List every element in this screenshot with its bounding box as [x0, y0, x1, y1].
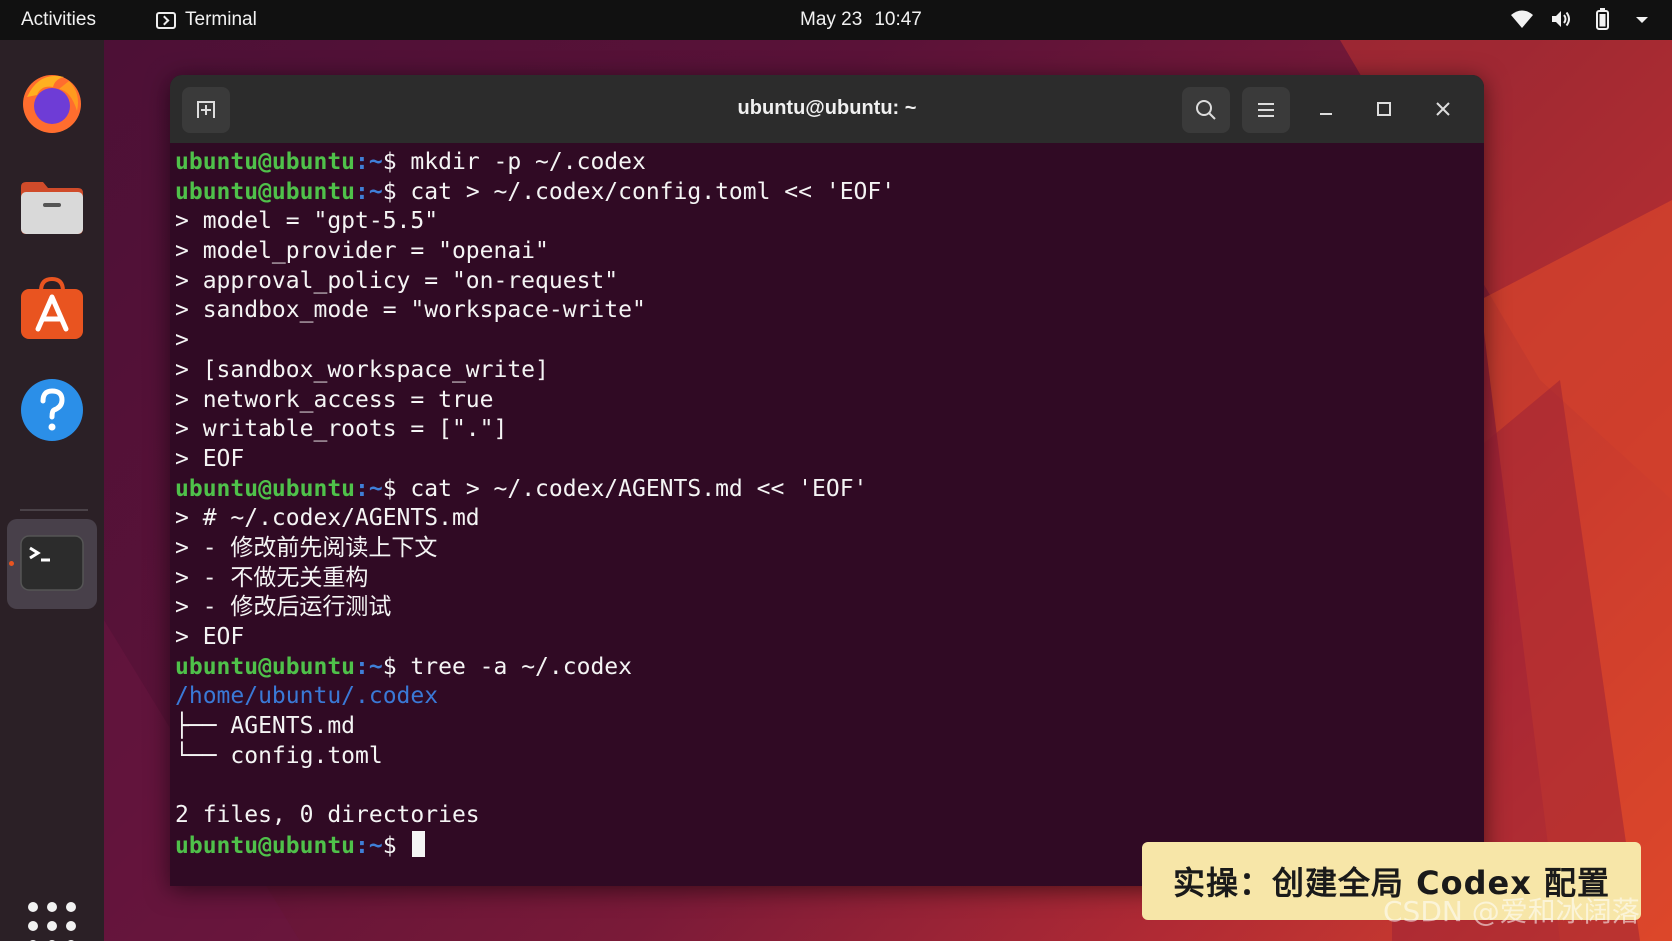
output-text: > EOF: [175, 445, 245, 472]
activities-button[interactable]: Activities: [21, 9, 96, 31]
terminal-line: > - 不做无关重构: [175, 564, 1475, 594]
output-text: > approval_policy = "on-request": [175, 267, 619, 294]
text-cursor: [412, 830, 426, 857]
window-titlebar[interactable]: ubuntu@ubuntu: ~: [170, 75, 1484, 143]
terminal-line: > network_access = true: [175, 386, 1475, 416]
search-button[interactable]: [1182, 87, 1230, 133]
terminal-line: └── config.toml: [175, 742, 1475, 772]
command-text: mkdir -p ~/.codex: [396, 149, 646, 175]
running-indicator: [9, 561, 14, 566]
command-text: tree -a ~/.codex: [396, 653, 632, 680]
close-icon: [1436, 102, 1450, 116]
clock[interactable]: May 23 10:47: [800, 9, 922, 31]
terminal-line: > # ~/.codex/AGENTS.md: [175, 504, 1475, 534]
prompt-user: ubuntu@ubuntu: [175, 178, 356, 205]
terminal-output[interactable]: ubuntu@ubuntu:~$ mkdir -p ~/.codex ubuntu…: [175, 148, 1475, 861]
prompt-path: :~: [355, 149, 383, 175]
terminal-line: >: [175, 326, 1475, 356]
command-text: [397, 833, 411, 859]
prompt-symbol: $: [382, 178, 397, 205]
minimize-icon: [1320, 113, 1332, 115]
output-text: > model = "gpt-5.5": [175, 208, 439, 235]
wifi-icon: [1511, 10, 1533, 28]
terminal-line: ubuntu@ubuntu:~$ tree -a ~/.codex: [175, 653, 1475, 683]
terminal-line: > - 修改前先阅读上下文: [175, 534, 1475, 564]
app-menu[interactable]: Terminal: [156, 9, 257, 31]
terminal-line: > model_provider = "openai": [175, 237, 1475, 267]
command-text: cat > ~/.codex/config.toml << 'EOF': [396, 178, 896, 205]
terminal-line: /home/ubuntu/.codex: [175, 682, 1475, 712]
output-text: > # ~/.codex/AGENTS.md: [175, 505, 480, 532]
output-text: > writable_roots = ["."]: [175, 416, 508, 443]
maximize-icon: [1377, 102, 1391, 116]
prompt-user: ubuntu@ubuntu: [175, 653, 356, 680]
terminal-line: 2 files, 0 directories: [175, 801, 1475, 831]
output-text: > - 不做无关重构: [175, 564, 369, 591]
chevron-down-icon: [1636, 17, 1648, 23]
terminal-line: ubuntu@ubuntu:~$ mkdir -p ~/.codex: [175, 148, 1475, 178]
terminal-line: > - 修改后运行测试: [175, 593, 1475, 623]
app-menu-label: Terminal: [185, 9, 257, 30]
prompt-path: :~: [355, 178, 383, 205]
prompt-user: ubuntu@ubuntu: [175, 475, 356, 502]
command-text: cat > ~/.codex/AGENTS.md << 'EOF': [396, 475, 868, 502]
prompt-path: :~: [355, 475, 383, 502]
maximize-button[interactable]: [1364, 89, 1404, 129]
terminal-line: ├── AGENTS.md: [175, 712, 1475, 742]
output-text: >: [175, 327, 189, 354]
clock-time: 10:47: [874, 9, 922, 30]
output-text: > sandbox_mode = "workspace-write": [175, 297, 646, 324]
prompt-symbol: $: [382, 149, 397, 175]
minimize-button[interactable]: [1306, 89, 1346, 129]
output-text: > [sandbox_workspace_write]: [175, 356, 549, 383]
prompt-path: :~: [355, 832, 383, 859]
clock-date: May 23: [800, 9, 863, 30]
prompt-symbol: $: [382, 653, 397, 680]
prompt-user: ubuntu@ubuntu: [175, 832, 356, 859]
top-bar: Activities Terminal May 23 10:47: [0, 0, 1672, 40]
terminal-line: ubuntu@ubuntu:~$ cat > ~/.codex/AGENTS.m…: [175, 475, 1475, 505]
app-center-icon[interactable]: [19, 275, 85, 341]
prompt-user: ubuntu@ubuntu: [175, 149, 356, 175]
output-text: > - 修改前先阅读上下文: [175, 534, 438, 561]
terminal-line: > writable_roots = ["."]: [175, 415, 1475, 445]
terminal-line: > EOF: [175, 623, 1475, 653]
hamburger-menu-icon: [1258, 103, 1274, 117]
watermark: CSDN @爱和冰阔落: [1383, 895, 1640, 928]
terminal-line: > approval_policy = "on-request": [175, 267, 1475, 297]
terminal-line: > model = "gpt-5.5": [175, 207, 1475, 237]
terminal-line: > EOF: [175, 445, 1475, 475]
terminal-line: > [sandbox_workspace_write]: [175, 356, 1475, 386]
help-icon[interactable]: [19, 377, 85, 443]
output-text: └── config.toml: [175, 742, 383, 769]
terminal-line: > sandbox_mode = "workspace-write": [175, 296, 1475, 326]
output-text: ├── AGENTS.md: [175, 713, 356, 740]
terminal-icon: [156, 11, 176, 29]
firefox-icon[interactable]: [19, 69, 85, 135]
search-icon: [1196, 100, 1216, 120]
terminal-line: ubuntu@ubuntu:~$ cat > ~/.codex/config.t…: [175, 178, 1475, 208]
output-text: 2 files, 0 directories: [175, 802, 480, 829]
system-tray[interactable]: [1510, 8, 1654, 30]
dock-separator: [20, 509, 88, 511]
output-text: > - 修改后运行测试: [175, 594, 392, 621]
close-button[interactable]: [1423, 89, 1463, 129]
terminal-app-icon[interactable]: [19, 530, 85, 596]
directory-path: /home/ubuntu/.codex: [175, 683, 439, 710]
output-text: > EOF: [175, 624, 245, 650]
prompt-symbol: $: [382, 832, 397, 859]
show-apps-grid-icon[interactable]: [28, 902, 76, 941]
volume-icon: [1552, 11, 1570, 27]
prompt-path: :~: [355, 653, 383, 680]
battery-icon: [1596, 8, 1609, 30]
terminal-window[interactable]: ubuntu@ubuntu: ~ ubuntu@ubuntu:~$ mkdir …: [170, 75, 1484, 886]
files-icon[interactable]: [19, 173, 85, 239]
dock: [0, 40, 104, 941]
prompt-symbol: $: [382, 475, 397, 502]
menu-button[interactable]: [1242, 87, 1290, 133]
output-text: > network_access = true: [175, 386, 494, 413]
output-text: > model_provider = "openai": [175, 238, 549, 265]
